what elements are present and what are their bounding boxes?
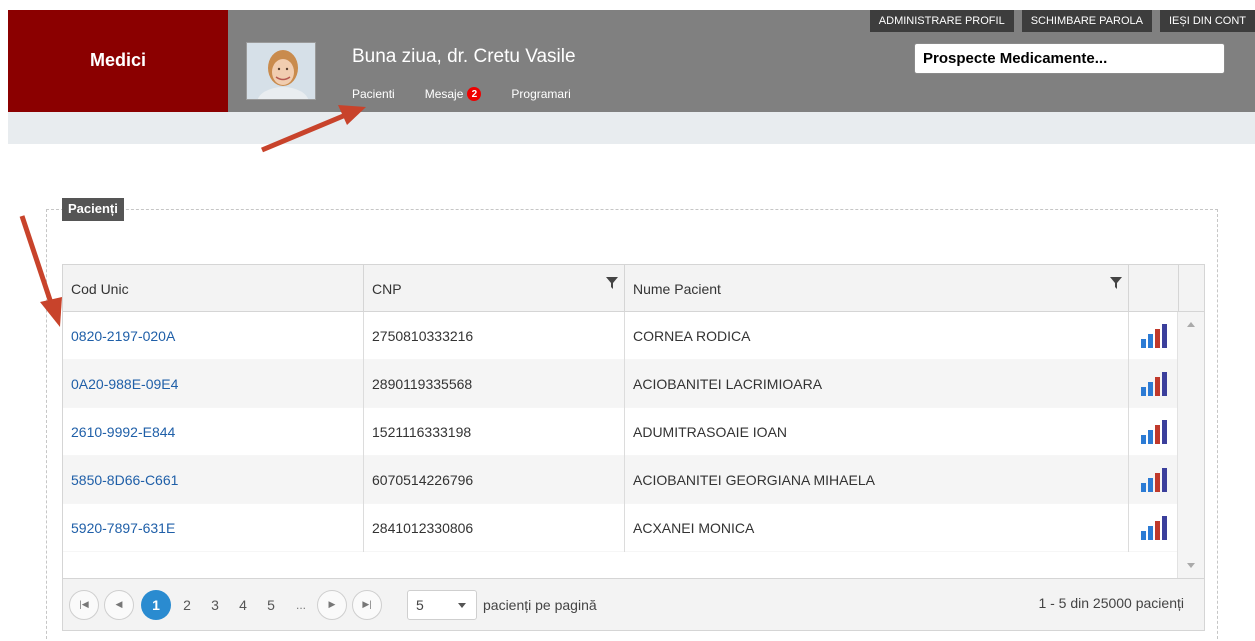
- patients-panel-title: Pacienți: [62, 198, 124, 221]
- table-row: 0820-2197-020A 2750810333216 CORNEA RODI…: [63, 312, 1179, 360]
- nav-mesaje-label: Mesaje: [424, 87, 464, 101]
- grid-scrollbar[interactable]: [1177, 312, 1204, 578]
- page-3-button[interactable]: 3: [201, 590, 229, 620]
- cell-cod-unic: 0A20-988E-09E4: [63, 360, 364, 408]
- last-page-button[interactable]: ▶|: [352, 589, 382, 620]
- cell-cnp: 1521116333198: [364, 408, 625, 456]
- main-nav: Pacienti Mesaje 2 Programari: [352, 87, 601, 101]
- first-page-button[interactable]: |◀: [69, 589, 99, 620]
- stats-chart-icon[interactable]: [1139, 419, 1169, 445]
- nav-programari[interactable]: Programari: [511, 87, 570, 101]
- column-header-label: Cod Unic: [71, 280, 129, 297]
- column-header-cnp[interactable]: CNP: [364, 265, 625, 312]
- filter-icon[interactable]: [1110, 277, 1122, 289]
- stats-chart-icon[interactable]: [1139, 371, 1169, 397]
- greeting-text: Buna ziua, dr. Cretu Vasile: [352, 46, 576, 67]
- cell-cod-unic: 2610-9992-E844: [63, 408, 364, 456]
- column-header-label: Nume Pacient: [633, 280, 721, 297]
- cell-cod-unic: 5850-8D66-C661: [63, 456, 364, 504]
- cell-actions: [1129, 456, 1179, 504]
- cell-cnp: 2750810333216: [364, 312, 625, 360]
- table-row: 5920-7897-631E 2841012330806 ACXANEI MON…: [63, 504, 1179, 552]
- cell-cnp: 2841012330806: [364, 504, 625, 552]
- table-row: 0A20-988E-09E4 2890119335568 ACIOBANITEI…: [63, 360, 1179, 408]
- last-page-icon: ▶|: [362, 599, 372, 609]
- cell-nume-pacient: ADUMITRASOAIE IOAN: [625, 408, 1129, 456]
- grid-body: 0820-2197-020A 2750810333216 CORNEA RODI…: [63, 312, 1179, 578]
- nav-programari-label: Programari: [511, 87, 571, 101]
- messages-count-badge: 2: [467, 87, 482, 101]
- column-header-label: CNP: [372, 280, 402, 297]
- table-row: 2610-9992-E844 1521116333198 ADUMITRASOA…: [63, 408, 1179, 456]
- account-links: ADMINISTRARE PROFIL SCHIMBARE PAROLA IEȘ…: [869, 10, 1255, 32]
- drug-search-input[interactable]: Prospecte Medicamente...: [914, 43, 1225, 74]
- patient-code-link[interactable]: 5920-7897-631E: [71, 520, 175, 536]
- chevron-down-icon: [458, 602, 466, 608]
- cell-cnp: 6070514226796: [364, 456, 625, 504]
- brand-title: Medici: [8, 10, 228, 112]
- cell-nume-pacient: CORNEA RODICA: [625, 312, 1129, 360]
- page-5-button[interactable]: 5: [257, 590, 285, 620]
- column-header-nume-pacient[interactable]: Nume Pacient: [625, 265, 1129, 312]
- grid-header: Cod Unic CNP Nume Pacient: [63, 265, 1204, 312]
- admin-profile-button[interactable]: ADMINISTRARE PROFIL: [869, 10, 1014, 32]
- cell-nume-pacient: ACIOBANITEI LACRIMIOARA: [625, 360, 1129, 408]
- page-size-label: pacienți pe pagină: [483, 596, 597, 613]
- next-page-button[interactable]: ▶: [317, 589, 347, 620]
- patients-grid: Cod Unic CNP Nume Pacient 0820-2197-020A…: [62, 264, 1205, 631]
- patient-code-link[interactable]: 0820-2197-020A: [71, 328, 175, 344]
- nav-pacienti-label: Pacienti: [352, 87, 395, 101]
- nav-mesaje[interactable]: Mesaje 2: [425, 87, 482, 101]
- nav-pacienti[interactable]: Pacienti: [352, 87, 395, 101]
- cell-nume-pacient: ACXANEI MONICA: [625, 504, 1129, 552]
- prev-page-button[interactable]: ◀: [104, 589, 134, 620]
- page-size-value: 5: [416, 596, 424, 613]
- stats-chart-icon[interactable]: [1139, 467, 1169, 493]
- cell-actions: [1129, 504, 1179, 552]
- scroll-down-icon[interactable]: [1187, 563, 1195, 568]
- page-2-button[interactable]: 2: [173, 590, 201, 620]
- patient-code-link[interactable]: 5850-8D66-C661: [71, 472, 178, 488]
- prev-page-icon: ◀: [115, 599, 123, 609]
- doctor-avatar: [246, 42, 316, 100]
- cell-actions: [1129, 360, 1179, 408]
- change-password-button[interactable]: SCHIMBARE PAROLA: [1021, 10, 1152, 32]
- first-page-icon: |◀: [79, 599, 89, 609]
- column-header-actions: [1129, 265, 1179, 312]
- cell-actions: [1129, 408, 1179, 456]
- sub-bar: [8, 112, 1255, 144]
- logout-button[interactable]: IEȘI DIN CONT: [1159, 10, 1255, 32]
- cell-actions: [1129, 312, 1179, 360]
- filter-icon[interactable]: [606, 277, 618, 289]
- cell-nume-pacient: ACIOBANITEI GEORGIANA MIHAELA: [625, 456, 1129, 504]
- next-page-icon: ▶: [328, 599, 336, 609]
- table-row: 5850-8D66-C661 6070514226796 ACIOBANITEI…: [63, 456, 1179, 504]
- grid-pager: |◀ ◀ 1 2 3 4 5 ... ▶ ▶| 5 pacienți pe pa…: [63, 578, 1204, 630]
- page-1-button[interactable]: 1: [141, 589, 171, 620]
- more-pages-button[interactable]: ...: [285, 598, 317, 612]
- cell-cod-unic: 0820-2197-020A: [63, 312, 364, 360]
- page-4-button[interactable]: 4: [229, 590, 257, 620]
- patient-code-link[interactable]: 0A20-988E-09E4: [71, 376, 178, 392]
- patient-code-link[interactable]: 2610-9992-E844: [71, 424, 175, 440]
- scroll-up-icon[interactable]: [1187, 322, 1195, 327]
- cell-cod-unic: 5920-7897-631E: [63, 504, 364, 552]
- pager-summary: 1 - 5 din 25000 pacienți: [1038, 595, 1184, 611]
- column-header-cod-unic[interactable]: Cod Unic: [63, 265, 364, 312]
- stats-chart-icon[interactable]: [1139, 515, 1169, 541]
- page: Medici Buna ziua, dr. Cretu Vasile Pacie…: [0, 0, 1255, 641]
- cell-cnp: 2890119335568: [364, 360, 625, 408]
- stats-chart-icon[interactable]: [1139, 323, 1169, 349]
- page-size-select[interactable]: 5: [407, 589, 477, 620]
